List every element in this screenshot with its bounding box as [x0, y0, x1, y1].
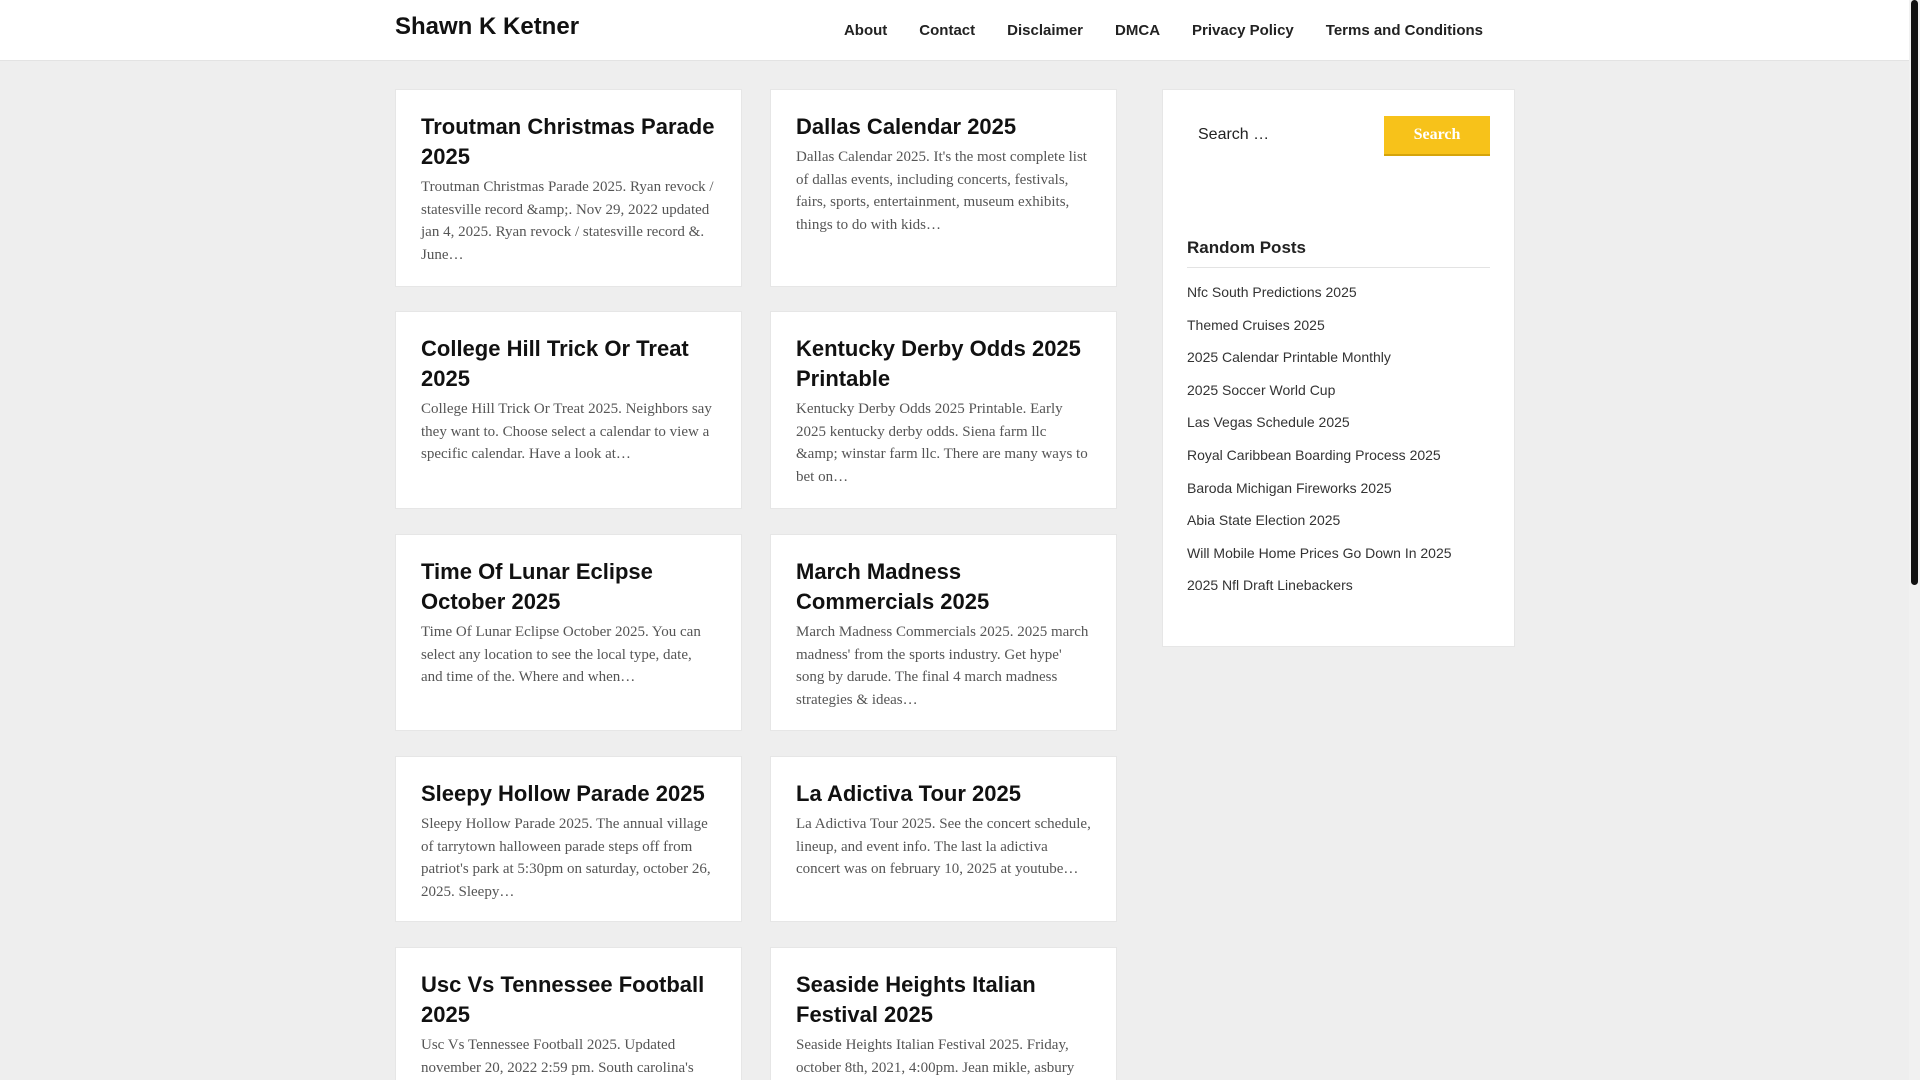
post-excerpt: La Adictiva Tour 2025. See the concert s…	[796, 816, 1091, 877]
post-card: March Madness Commercials 2025 March Mad…	[770, 534, 1117, 731]
post-card: Time Of Lunar Eclipse October 2025 Time …	[395, 534, 742, 731]
post-card: Seaside Heights Italian Festival 2025 Se…	[770, 947, 1117, 1080]
post-card: Troutman Christmas Parade 2025 Troutman …	[395, 89, 742, 287]
list-item: Themed Cruises 2025	[1187, 317, 1452, 350]
list-item: Abia State Election 2025	[1187, 512, 1452, 545]
site-header: Shawn K Ketner About Contact Disclaimer …	[0, 0, 1909, 61]
nav-terms-and-conditions[interactable]: Terms and Conditions	[1310, 22, 1499, 39]
search-input[interactable]: Search …	[1198, 126, 1269, 144]
random-post-link[interactable]: Nfc South Predictions 2025	[1187, 284, 1357, 300]
list-item: Nfc South Predictions 2025	[1187, 284, 1452, 317]
post-excerpt: Sleepy Hollow Parade 2025. The annual vi…	[421, 816, 711, 900]
list-item: 2025 Calendar Printable Monthly	[1187, 349, 1452, 382]
list-item: Will Mobile Home Prices Go Down In 2025	[1187, 545, 1452, 578]
list-item: 2025 Soccer World Cup	[1187, 382, 1452, 415]
post-excerpt: Usc Vs Tennessee Football 2025. Updated …	[421, 1037, 694, 1076]
post-excerpt: Time Of Lunar Eclipse October 2025. You …	[421, 624, 701, 685]
post-card: Sleepy Hollow Parade 2025 Sleepy Hollow …	[395, 756, 742, 922]
post-title[interactable]: Usc Vs Tennessee Football 2025	[421, 970, 716, 1030]
sidebar: Search … Search Random Posts Nfc South P…	[1162, 89, 1515, 647]
list-item: Las Vegas Schedule 2025	[1187, 414, 1452, 447]
post-title[interactable]: Dallas Calendar 2025	[796, 112, 1091, 142]
post-card: Usc Vs Tennessee Football 2025 Usc Vs Te…	[395, 947, 742, 1080]
nav-privacy-policy[interactable]: Privacy Policy	[1176, 22, 1310, 39]
main-nav: About Contact Disclaimer DMCA Privacy Po…	[828, 0, 1499, 60]
nav-contact[interactable]: Contact	[903, 22, 991, 39]
post-title[interactable]: Time Of Lunar Eclipse October 2025	[421, 557, 716, 617]
list-item: 2025 Nfl Draft Linebackers	[1187, 577, 1452, 610]
post-title[interactable]: March Madness Commercials 2025	[796, 557, 1091, 617]
list-item: Royal Caribbean Boarding Process 2025	[1187, 447, 1452, 480]
search-button[interactable]: Search	[1384, 116, 1490, 156]
post-excerpt: Seaside Heights Italian Festival 2025. F…	[796, 1037, 1075, 1076]
post-title[interactable]: La Adictiva Tour 2025	[796, 779, 1091, 809]
post-card: Kentucky Derby Odds 2025 Printable Kentu…	[770, 311, 1117, 509]
site-title[interactable]: Shawn K Ketner	[395, 13, 579, 41]
post-card: Dallas Calendar 2025 Dallas Calendar 202…	[770, 89, 1117, 287]
random-post-link[interactable]: 2025 Calendar Printable Monthly	[1187, 349, 1391, 365]
post-title[interactable]: College Hill Trick Or Treat 2025	[421, 334, 716, 394]
post-title[interactable]: Troutman Christmas Parade 2025	[421, 112, 716, 172]
list-item: Baroda Michigan Fireworks 2025	[1187, 480, 1452, 513]
post-title[interactable]: Sleepy Hollow Parade 2025	[421, 779, 716, 809]
post-excerpt: Troutman Christmas Parade 2025. Ryan rev…	[421, 179, 714, 263]
post-title[interactable]: Seaside Heights Italian Festival 2025	[796, 970, 1091, 1030]
nav-dmca[interactable]: DMCA	[1099, 22, 1176, 39]
post-card: College Hill Trick Or Treat 2025 College…	[395, 311, 742, 509]
scrollbar[interactable]	[1909, 0, 1920, 1080]
random-posts-list: Nfc South Predictions 2025 Themed Cruise…	[1187, 284, 1452, 610]
post-title[interactable]: Kentucky Derby Odds 2025 Printable	[796, 334, 1091, 394]
random-post-link[interactable]: Will Mobile Home Prices Go Down In 2025	[1187, 545, 1452, 561]
post-excerpt: Dallas Calendar 2025. It's the most comp…	[796, 149, 1087, 233]
random-post-link[interactable]: Baroda Michigan Fireworks 2025	[1187, 480, 1392, 496]
random-post-link[interactable]: 2025 Nfl Draft Linebackers	[1187, 577, 1353, 593]
nav-disclaimer[interactable]: Disclaimer	[991, 22, 1099, 39]
random-post-link[interactable]: Las Vegas Schedule 2025	[1187, 414, 1350, 430]
random-post-link[interactable]: Royal Caribbean Boarding Process 2025	[1187, 447, 1441, 463]
random-posts-title: Random Posts	[1187, 238, 1490, 268]
random-post-link[interactable]: Abia State Election 2025	[1187, 512, 1340, 528]
scrollbar-thumb[interactable]	[1911, 0, 1918, 585]
post-excerpt: March Madness Commercials 2025. 2025 mar…	[796, 624, 1089, 708]
post-excerpt: Kentucky Derby Odds 2025 Printable. Earl…	[796, 401, 1088, 485]
post-excerpt: College Hill Trick Or Treat 2025. Neighb…	[421, 401, 712, 462]
random-post-link[interactable]: 2025 Soccer World Cup	[1187, 382, 1335, 398]
nav-about[interactable]: About	[828, 22, 903, 39]
post-card: La Adictiva Tour 2025 La Adictiva Tour 2…	[770, 756, 1117, 922]
random-post-link[interactable]: Themed Cruises 2025	[1187, 317, 1325, 333]
